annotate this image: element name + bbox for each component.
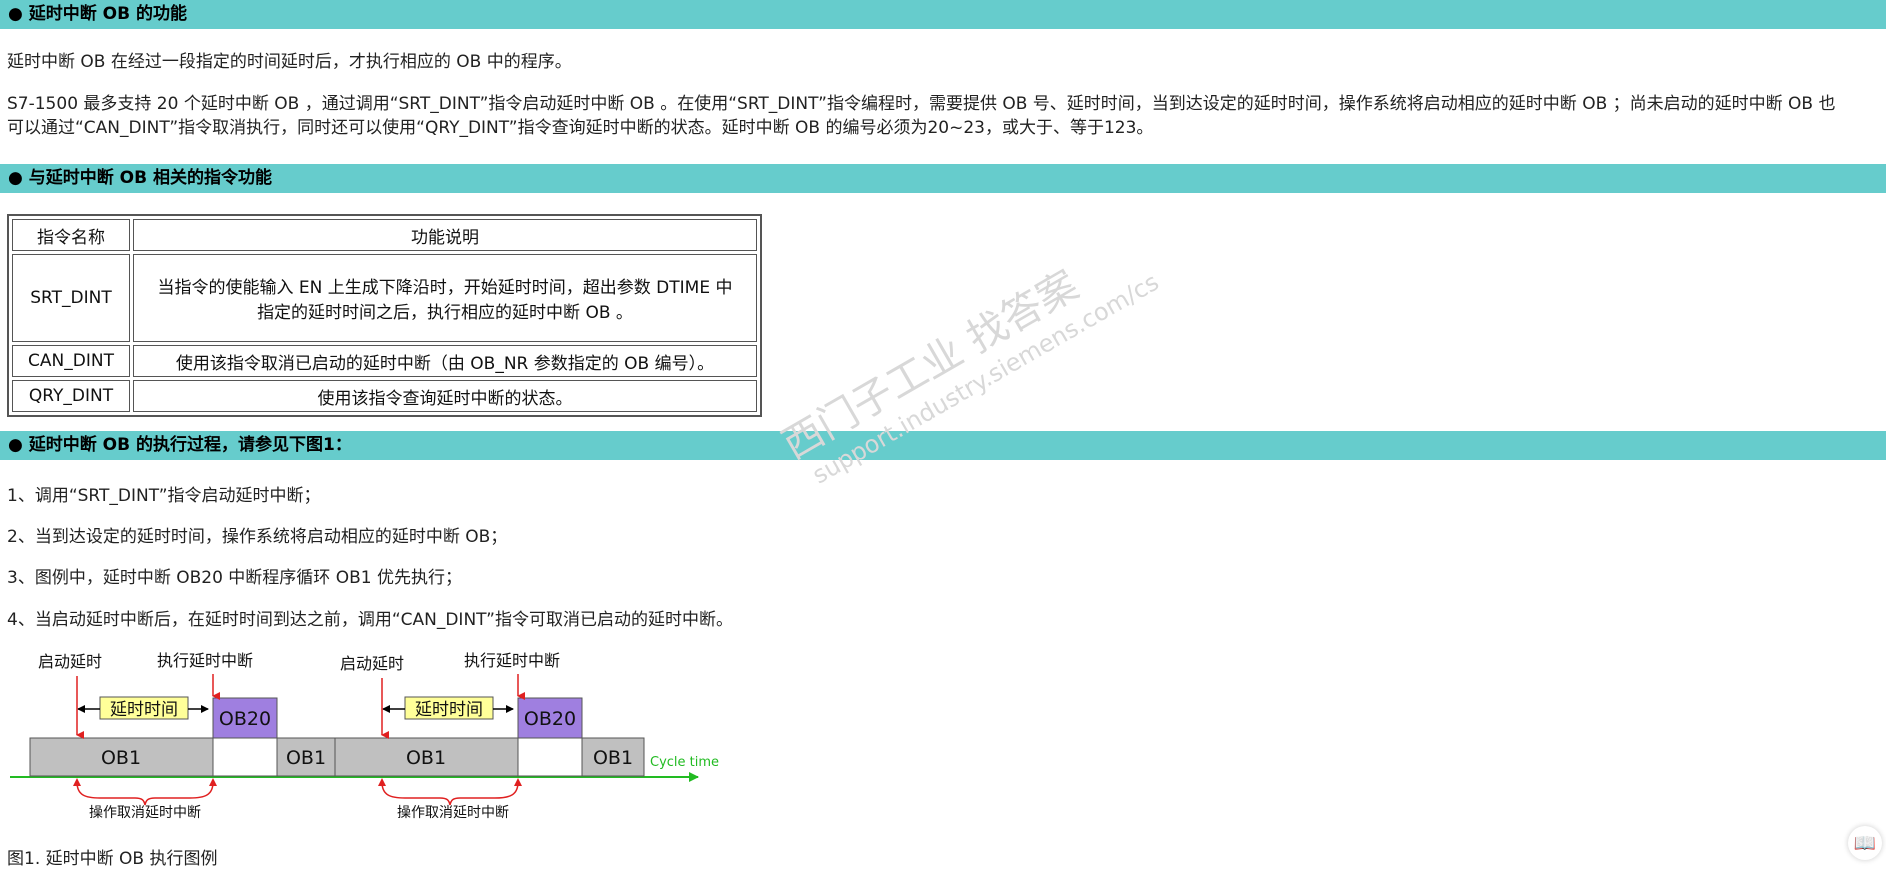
ob1-gap-block: [212, 737, 278, 777]
ob1-label: OB1: [286, 747, 326, 769]
table-cell-desc: 使用该指令取消已启动的延时中断（由 OB_NR 参数指定的 OB 编号）。: [133, 345, 757, 377]
cancel-arrow-head: [209, 778, 217, 786]
table-cell-desc: 使用该指令查询延时中断的状态。: [133, 380, 757, 412]
exec-interrupt-label: 执行延时中断: [157, 651, 253, 670]
cancel-label: 操作取消延时中断: [89, 805, 201, 821]
section-header-related: ● 与延时中断 OB 相关的指令功能: [0, 164, 1886, 193]
cancel-arrow-head: [378, 778, 386, 786]
table-cell-desc-line: 当指令的使能输入 EN 上生成下降沿时，开始延时时间，超出参数 DTIME 中: [157, 278, 733, 298]
step-item: 1、调用“SRT_DINT”指令启动延时中断；: [7, 486, 321, 506]
ob20-label: OB20: [524, 708, 576, 730]
cancel-arrow-head: [73, 778, 81, 786]
table-row: QRY_DINT 使用该指令查询延时中断的状态。: [12, 380, 757, 412]
instruction-table: 指令名称 功能说明 SRT_DINT 当指令的使能输入 EN 上生成下降沿时，开…: [7, 214, 762, 417]
table-cell-desc-line: 指定的延时时间之后，执行相应的延时中断 OB 。: [257, 303, 633, 323]
cycle-time-label: Cycle time: [650, 755, 719, 770]
table-header-row: 指令名称 功能说明: [12, 219, 757, 251]
intro-paragraph-2b: 可以通过“CAN_DINT”指令取消执行，同时还可以使用“QRY_DINT”指令…: [7, 118, 1154, 138]
book-icon[interactable]: 📖: [1848, 826, 1882, 860]
ob1-label: OB1: [101, 747, 141, 769]
delay-time-label: 延时时间: [415, 700, 483, 720]
ob1-gap-block: [517, 737, 583, 777]
ob1-label: OB1: [406, 747, 446, 769]
figure-caption: 图1. 延时中断 OB 执行图例: [7, 849, 218, 869]
table-cell-name: QRY_DINT: [12, 380, 130, 412]
table-cell-name: SRT_DINT: [12, 254, 130, 342]
table-header-name: 指令名称: [12, 219, 130, 251]
delay-time-label: 延时时间: [110, 700, 178, 720]
cancel-brace: [381, 781, 519, 806]
intro-paragraph-1: 延时中断 OB 在经过一段指定的时间延时后，才执行相应的 OB 中的程序。: [7, 52, 572, 72]
step-item: 4、当启动延时中断后，在延时时间到达之前，调用“CAN_DINT”指令可取消已启…: [7, 610, 733, 630]
step-item: 2、当到达设定的延时时间，操作系统将启动相应的延时中断 OB；: [7, 527, 508, 547]
ob20-label: OB20: [219, 708, 271, 730]
step-item: 3、图例中，延时中断 OB20 中断程序循环 OB1 优先执行；: [7, 568, 462, 588]
table-row: CAN_DINT 使用该指令取消已启动的延时中断（由 OB_NR 参数指定的 O…: [12, 345, 757, 377]
exec-interrupt-label: 执行延时中断: [464, 651, 560, 670]
ob1-label: OB1: [593, 747, 633, 769]
execution-diagram: Cycle time OB1 OB20 OB1 延时时间 启动延时 执行延时中断…: [10, 651, 719, 821]
table-cell-name: CAN_DINT: [12, 345, 130, 377]
table-row: SRT_DINT 当指令的使能输入 EN 上生成下降沿时，开始延时时间，超出参数…: [12, 254, 757, 342]
section-header-function: ● 延时中断 OB 的功能: [0, 0, 1886, 29]
start-delay-label: 启动延时: [340, 654, 404, 673]
cancel-brace: [76, 781, 214, 806]
section-header-process: ● 延时中断 OB 的执行过程，请参见下图1：: [0, 431, 1886, 460]
cancel-arrow-head: [514, 778, 522, 786]
table-header-desc: 功能说明: [133, 219, 757, 251]
table-cell-desc: 当指令的使能输入 EN 上生成下降沿时，开始延时时间，超出参数 DTIME 中 …: [133, 254, 757, 342]
intro-paragraph-2a: S7-1500 最多支持 20 个延时中断 OB ，通过调用“SRT_DINT”…: [7, 94, 1836, 114]
start-delay-label: 启动延时: [38, 652, 102, 671]
cancel-label: 操作取消延时中断: [397, 805, 509, 821]
